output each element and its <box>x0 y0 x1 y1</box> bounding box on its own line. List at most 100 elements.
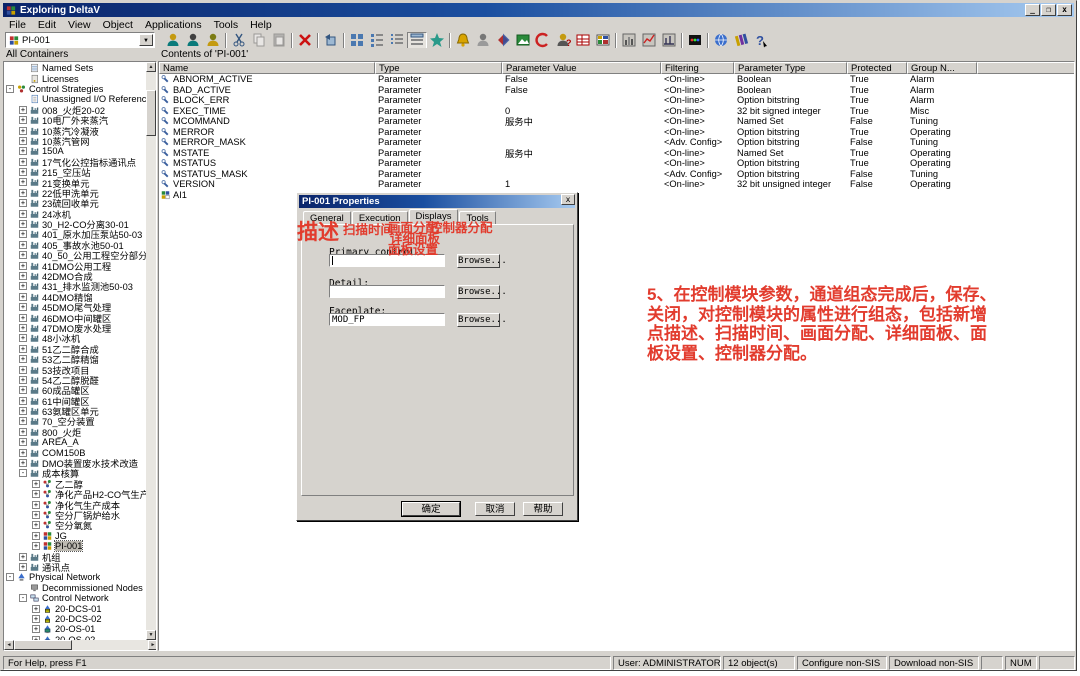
expand-icon[interactable]: + <box>19 438 27 446</box>
table-row[interactable]: ABNORM_ACTIVEParameterFalse<On-line>Bool… <box>159 74 977 85</box>
browse-button[interactable]: Browse... <box>457 254 500 268</box>
expand-icon[interactable]: + <box>19 553 27 561</box>
expand-icon[interactable]: + <box>32 480 40 488</box>
expand-icon[interactable]: + <box>19 345 27 353</box>
scroll-left-icon[interactable]: ◄ <box>4 640 14 650</box>
menu-applications[interactable]: Applications <box>141 19 210 31</box>
primary-control-input[interactable] <box>329 254 445 267</box>
paste-button[interactable] <box>269 32 289 49</box>
copy-button[interactable] <box>249 32 269 49</box>
scroll-down-icon[interactable]: ▼ <box>146 630 156 640</box>
history-collection-button[interactable] <box>533 32 553 49</box>
small-icons-button[interactable] <box>367 32 387 49</box>
explorer-chart-button[interactable] <box>659 32 679 49</box>
tree-horizontal-scrollbar[interactable]: ◄ ► <box>4 640 157 650</box>
expand-icon[interactable]: + <box>19 189 27 197</box>
collapse-icon[interactable]: - <box>19 469 27 477</box>
menu-object[interactable]: Object <box>99 19 141 31</box>
expand-icon[interactable]: + <box>32 615 40 623</box>
collapse-icon[interactable]: - <box>6 85 14 93</box>
expand-icon[interactable]: + <box>19 262 27 270</box>
scroll-up-icon[interactable]: ▲ <box>146 62 156 72</box>
tab-execution[interactable]: Execution <box>352 211 408 224</box>
alarm-bell-button[interactable] <box>453 32 473 49</box>
expand-icon[interactable]: + <box>19 272 27 280</box>
faceplate-input[interactable]: MOD_FP <box>329 313 445 326</box>
tree-item[interactable]: +800_火炬 <box>4 427 147 437</box>
expand-icon[interactable]: + <box>32 490 40 498</box>
menu-help[interactable]: Help <box>246 19 280 31</box>
filter-button[interactable] <box>427 32 447 49</box>
expand-icon[interactable]: + <box>32 511 40 519</box>
expand-icon[interactable]: + <box>19 168 27 176</box>
tree-vertical-scrollbar[interactable]: ▲ ▼ <box>146 62 156 640</box>
tree-item[interactable]: -Physical Network <box>4 572 147 582</box>
control-studio-button[interactable] <box>685 32 705 49</box>
expand-icon[interactable]: + <box>32 521 40 529</box>
expand-icon[interactable]: + <box>19 241 27 249</box>
expand-icon[interactable]: + <box>32 532 40 540</box>
expand-icon[interactable]: + <box>19 137 27 145</box>
tree-item[interactable]: +20-DCS-01 <box>4 603 147 613</box>
column-header-name[interactable]: Name <box>159 62 375 74</box>
dialog-close-icon[interactable]: x <box>561 194 575 205</box>
user-manager-button[interactable] <box>473 32 493 49</box>
restore-button[interactable]: ❐ <box>1041 4 1056 16</box>
web-button[interactable] <box>711 32 731 49</box>
expand-icon[interactable]: + <box>19 199 27 207</box>
column-header-parameter-type[interactable]: Parameter Type <box>734 62 847 74</box>
expand-icon[interactable]: + <box>19 407 27 415</box>
process-history-button[interactable] <box>639 32 659 49</box>
expand-icon[interactable]: + <box>19 158 27 166</box>
expand-icon[interactable]: + <box>19 293 27 301</box>
tree-item[interactable]: +20-DCS-02 <box>4 614 147 624</box>
tree-item[interactable]: -Control Network <box>4 593 147 603</box>
tab-general[interactable]: General <box>303 211 351 224</box>
expand-icon[interactable]: + <box>19 376 27 384</box>
expand-icon[interactable]: + <box>19 355 27 363</box>
recipe-table-button[interactable] <box>593 32 613 49</box>
graphics-studio-button[interactable] <box>513 32 533 49</box>
refresh-button[interactable] <box>321 32 341 49</box>
applications-button[interactable] <box>731 32 751 49</box>
bookmark-button[interactable] <box>493 32 513 49</box>
tune-button[interactable]: ? <box>553 32 573 49</box>
expand-icon[interactable]: + <box>19 334 27 342</box>
tree-item[interactable]: +通讯点 <box>4 562 147 572</box>
scroll-right-icon[interactable]: ► <box>148 640 157 650</box>
close-button[interactable]: x <box>1057 4 1072 16</box>
expand-icon[interactable]: + <box>19 563 27 571</box>
detail-input[interactable] <box>329 285 445 298</box>
cut-button[interactable] <box>229 32 249 49</box>
expand-icon[interactable]: + <box>32 501 40 509</box>
expand-icon[interactable]: + <box>19 230 27 238</box>
tree-item[interactable]: +机组 <box>4 551 147 561</box>
table-row[interactable]: BLOCK_ERRParameter<On-line>Option bitstr… <box>159 95 977 106</box>
expand-icon[interactable]: + <box>19 428 27 436</box>
cancel-button[interactable]: 取消 <box>475 502 515 516</box>
tree-item[interactable]: +空分氧氮 <box>4 520 147 530</box>
batch-table-button[interactable] <box>573 32 593 49</box>
expand-icon[interactable]: + <box>19 116 27 124</box>
tree-item[interactable]: Named Sets <box>4 63 147 73</box>
expand-icon[interactable]: + <box>19 147 27 155</box>
expand-icon[interactable]: + <box>19 282 27 290</box>
expand-icon[interactable]: + <box>19 366 27 374</box>
menu-file[interactable]: File <box>5 19 34 31</box>
column-header-type[interactable]: Type <box>375 62 502 74</box>
column-header-group-n-[interactable]: Group N... <box>907 62 977 74</box>
tree-item[interactable]: -Control Strategies <box>4 84 147 94</box>
column-header-filtering[interactable]: Filtering <box>661 62 734 74</box>
table-row[interactable]: MSTATEParameter服务中<On-line>Named SetTrue… <box>159 148 977 159</box>
browse-button[interactable]: Browse... <box>457 285 500 299</box>
menu-edit[interactable]: Edit <box>34 19 64 31</box>
add-object-button[interactable] <box>163 32 183 49</box>
tree-item[interactable]: +PI-001 <box>4 541 147 551</box>
collapse-icon[interactable]: - <box>6 573 14 581</box>
scroll-thumb[interactable] <box>14 640 72 650</box>
expand-icon[interactable]: + <box>19 106 27 114</box>
browse-button[interactable]: Browse... <box>457 313 500 327</box>
column-header-parameter-value[interactable]: Parameter Value <box>502 62 661 74</box>
expand-icon[interactable]: + <box>32 625 40 633</box>
expand-icon[interactable]: + <box>19 251 27 259</box>
